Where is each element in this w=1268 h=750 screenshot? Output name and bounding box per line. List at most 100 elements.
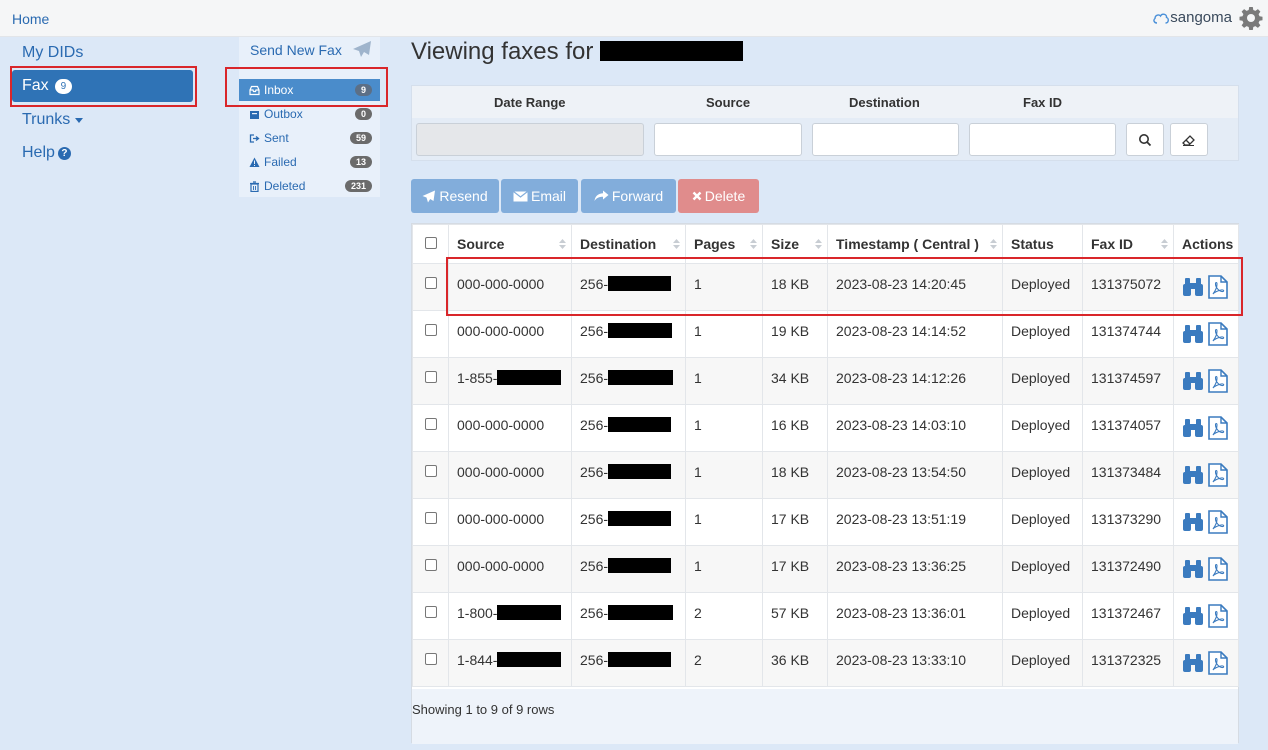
table-row[interactable]: 1-844- 256- 2 36 KB 2023-08-23 13:33:10 Deplo… (412, 639, 1239, 687)
sign-out-icon (249, 133, 260, 143)
pdf-file-icon[interactable] (1207, 557, 1229, 581)
cell-fax-id: 131374744 (1082, 310, 1174, 358)
page-title: Viewing faxes for (411, 38, 743, 66)
row-select-cell (412, 592, 449, 640)
select-all-checkbox[interactable] (424, 237, 437, 249)
redaction-bar (608, 323, 673, 338)
row-checkbox[interactable] (424, 418, 437, 430)
column-header-pages[interactable]: Pages (685, 224, 763, 264)
home-link[interactable]: Home (12, 11, 49, 27)
destination-value: 256- (580, 417, 609, 433)
subnav-item-inbox[interactable]: Inbox 9 (239, 79, 380, 101)
subnav-item-failed[interactable]: Failed 13 (239, 151, 380, 173)
cell-destination: 256- (571, 451, 686, 499)
pdf-file-icon[interactable] (1207, 322, 1229, 346)
sort-icon (1161, 239, 1168, 249)
nav-help[interactable]: Help ? (22, 144, 71, 162)
pdf-file-icon[interactable] (1207, 369, 1229, 393)
binoculars-icon[interactable] (1182, 464, 1204, 486)
destination-value: 256- (580, 605, 609, 621)
forward-button[interactable]: Forward (581, 179, 676, 213)
row-checkbox[interactable] (424, 465, 437, 477)
cell-source: 000-000-0000 (448, 451, 572, 499)
table-row[interactable]: 000-000-0000 256- 1 19 KB 2023-08-23 14:14:5… (412, 310, 1239, 358)
destination-input[interactable] (812, 123, 959, 156)
row-checkbox[interactable] (424, 324, 437, 336)
table-row[interactable]: 000-000-0000 256- 1 17 KB 2023-08-23 13:36:2… (412, 545, 1239, 593)
table-row[interactable]: 000-000-0000 256- 1 18 KB 2023-08-23 13:54:5… (412, 451, 1239, 499)
fax-table-container: Source Destination Pages Size Timestamp … (411, 223, 1239, 744)
source-input[interactable] (654, 123, 802, 156)
row-checkbox[interactable] (424, 277, 437, 289)
resend-button[interactable]: Resend (411, 179, 499, 213)
cell-pages: 1 (685, 498, 763, 546)
gear-icon[interactable] (1239, 6, 1263, 30)
fax-id-input[interactable] (969, 123, 1116, 156)
source-value: 000-000-0000 (457, 417, 545, 433)
paper-plane-icon[interactable] (352, 40, 372, 58)
row-checkbox[interactable] (424, 606, 437, 618)
cell-size: 19 KB (762, 310, 828, 358)
pdf-file-icon[interactable] (1207, 651, 1229, 675)
table-row[interactable]: 000-000-0000 256- 1 18 KB 2023-08-23 14:20:4… (412, 263, 1239, 311)
clear-filter-button[interactable] (1170, 123, 1208, 156)
row-checkbox[interactable] (424, 653, 437, 665)
row-select-cell (412, 357, 449, 405)
subnav-item-deleted[interactable]: Deleted 231 (239, 175, 380, 197)
table-row[interactable]: 000-000-0000 256- 1 16 KB 2023-08-23 14:03:1… (412, 404, 1239, 452)
destination-value: 256- (580, 652, 609, 668)
pdf-file-icon[interactable] (1207, 416, 1229, 440)
date-range-label: Date Range (494, 95, 566, 110)
sangoma-logo: sangoma (1153, 9, 1232, 26)
binoculars-icon[interactable] (1182, 417, 1204, 439)
binoculars-icon[interactable] (1182, 276, 1204, 298)
cell-timestamp: 2023-08-23 14:03:10 (827, 404, 1003, 452)
cell-fax-id: 131372325 (1082, 639, 1174, 687)
source-value: 000-000-0000 (457, 558, 545, 574)
delete-label: Delete (704, 188, 746, 204)
pdf-file-icon[interactable] (1207, 604, 1229, 628)
table-header-row: Source Destination Pages Size Timestamp … (412, 224, 1239, 264)
nav-my-dids[interactable]: My DIDs (22, 44, 83, 62)
pdf-file-icon[interactable] (1207, 510, 1229, 534)
subnav-item-sent[interactable]: Sent 59 (239, 127, 380, 149)
redaction-bar (608, 652, 672, 667)
table-row[interactable]: 1-855- 256- 1 34 KB 2023-08-23 14:12:26 Deplo… (412, 357, 1239, 405)
cell-destination: 256- (571, 357, 686, 405)
binoculars-icon[interactable] (1182, 558, 1204, 580)
row-select-cell (412, 498, 449, 546)
column-header-fax-id[interactable]: Fax ID (1082, 224, 1174, 264)
binoculars-icon[interactable] (1182, 323, 1204, 345)
pdf-file-icon[interactable] (1207, 275, 1229, 299)
pdf-file-icon[interactable] (1207, 463, 1229, 487)
redaction-bar (608, 464, 672, 479)
column-header-timestamp[interactable]: Timestamp ( Central ) (827, 224, 1003, 264)
table-row[interactable]: 1-800- 256- 2 57 KB 2023-08-23 13:36:01 Deplo… (412, 592, 1239, 640)
destination-value: 256- (580, 558, 609, 574)
source-value: 1-855- (457, 370, 498, 386)
delete-button[interactable]: Delete (678, 179, 759, 213)
column-header-status[interactable]: Status (1002, 224, 1083, 264)
header-label: Source (457, 236, 505, 252)
subnav-item-outbox[interactable]: Outbox 0 (239, 103, 380, 125)
column-header-size[interactable]: Size (762, 224, 828, 264)
column-header-destination[interactable]: Destination (571, 224, 686, 264)
binoculars-icon[interactable] (1182, 511, 1204, 533)
date-range-input[interactable] (416, 123, 644, 156)
row-checkbox[interactable] (424, 512, 437, 524)
search-icon (1139, 133, 1152, 146)
binoculars-icon[interactable] (1182, 370, 1204, 392)
row-checkbox[interactable] (424, 371, 437, 383)
email-button[interactable]: Email (501, 179, 578, 213)
binoculars-icon[interactable] (1182, 605, 1204, 627)
nav-fax[interactable]: Fax 9 (12, 70, 193, 102)
binoculars-icon[interactable] (1182, 652, 1204, 674)
column-header-source[interactable]: Source (448, 224, 572, 264)
table-row[interactable]: 000-000-0000 256- 1 17 KB 2023-08-23 13:51:1… (412, 498, 1239, 546)
search-button[interactable] (1126, 123, 1164, 156)
send-new-fax-link[interactable]: Send New Fax (250, 42, 342, 58)
nav-trunks[interactable]: Trunks (22, 111, 84, 129)
fax-count-badge: 9 (54, 78, 73, 94)
row-select-cell (412, 310, 449, 358)
row-checkbox[interactable] (424, 559, 437, 571)
